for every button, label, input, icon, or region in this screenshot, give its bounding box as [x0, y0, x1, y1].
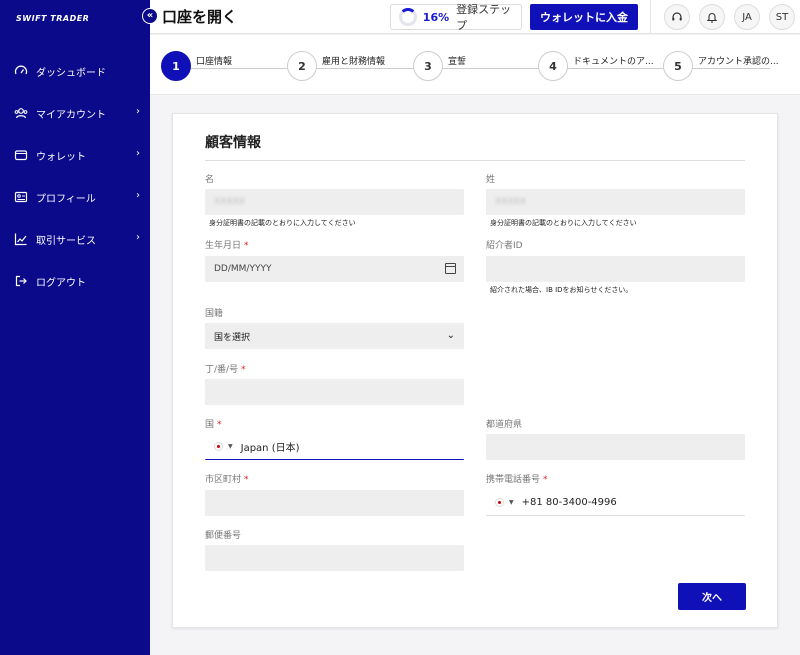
- first-name-label: 名: [205, 175, 215, 185]
- step-employment-financial[interactable]: 2 雇用と財務情報: [287, 51, 385, 81]
- country-label: 国 *: [205, 420, 222, 430]
- address-label: 丁/番/号 *: [205, 365, 246, 375]
- collapse-sidebar-button[interactable]: «: [142, 8, 158, 24]
- chevron-right-icon: ›: [136, 232, 140, 243]
- city-label: 市区町村 *: [205, 475, 249, 485]
- sidebar-item-label: ウォレット: [36, 151, 86, 163]
- sidebar-item-label: ログアウト: [36, 277, 86, 289]
- first-name-field[interactable]: XXXXX: [205, 189, 464, 215]
- postal-code-label: 郵便番号: [205, 531, 242, 541]
- section-title: 顧客情報: [205, 135, 261, 151]
- chart-line-icon: [14, 233, 27, 246]
- prefecture-label: 都道府県: [486, 420, 523, 430]
- step-label: 宣誓: [448, 57, 467, 67]
- sidebar: SWIFT TRADER ダッシュボード マイアカウント › ウォレット › プ…: [0, 0, 150, 655]
- sidebar-item-my-account[interactable]: マイアカウント ›: [0, 101, 150, 125]
- users-icon: [14, 108, 28, 119]
- sidebar-item-logout[interactable]: ログアウト: [0, 269, 150, 293]
- sidebar-item-label: 取引サービス: [36, 235, 96, 247]
- step-document-upload[interactable]: 4 ドキュメントのア...: [538, 51, 654, 81]
- bell-icon: [706, 13, 718, 23]
- sidebar-item-dashboard[interactable]: ダッシュボード: [0, 59, 150, 83]
- sidebar-item-profile[interactable]: プロフィール ›: [0, 185, 150, 209]
- language-button[interactable]: JA: [734, 4, 760, 30]
- next-button[interactable]: 次へ: [678, 583, 746, 610]
- deposit-wallet-button[interactable]: ウォレットに入金: [530, 4, 638, 30]
- phone-value: +81 80-3400-4996: [521, 497, 617, 508]
- section-divider: [205, 160, 745, 161]
- step-number: 3: [413, 51, 443, 81]
- caret-down-icon[interactable]: ▼: [228, 443, 233, 450]
- chevron-down-icon: ⌄: [446, 330, 455, 341]
- page-title: 口座を開く: [162, 8, 238, 26]
- sidebar-item-label: マイアカウント: [36, 109, 106, 121]
- support-button[interactable]: [664, 4, 690, 30]
- customer-info-card: 顧客情報 名 XXXXX 身分証明書の記載のとおりに入力してください 姓 XXX…: [172, 113, 778, 628]
- city-field[interactable]: [205, 490, 464, 516]
- sidebar-item-trading-services[interactable]: 取引サービス ›: [0, 227, 150, 251]
- last-name-hint: 身分証明書の記載のとおりに入力してください: [490, 219, 637, 227]
- chevron-right-icon: ›: [136, 106, 140, 117]
- progress-label: 登録ステップ: [456, 3, 512, 32]
- headset-icon: [672, 12, 682, 21]
- registration-progress: 16% 登録ステップ: [390, 3, 522, 32]
- country-field[interactable]: ▼ Japan (日本): [205, 434, 464, 460]
- first-name-hint: 身分証明書の記載のとおりに入力してください: [209, 219, 356, 227]
- japan-flag-icon: [495, 498, 504, 507]
- user-avatar-button[interactable]: ST: [769, 4, 795, 30]
- postal-code-field[interactable]: [205, 545, 464, 571]
- id-card-icon: [14, 191, 28, 203]
- sidebar-item-wallet[interactable]: ウォレット ›: [0, 143, 150, 167]
- nationality-select[interactable]: 国を選択 ⌄: [205, 323, 464, 349]
- step-number: 4: [538, 51, 568, 81]
- brand-logo: SWIFT TRADER: [16, 14, 90, 23]
- first-name-value: XXXXX: [214, 197, 245, 207]
- last-name-label: 姓: [486, 175, 496, 185]
- last-name-value: XXXXX: [495, 197, 526, 207]
- step-label: アカウント承認の...: [698, 57, 779, 67]
- address-field[interactable]: [205, 379, 464, 405]
- referrer-id-field[interactable]: [486, 256, 745, 282]
- referrer-id-label: 紹介者ID: [486, 241, 523, 251]
- referrer-id-hint: 紹介された場合、IB IDをお知らせください。: [490, 286, 633, 294]
- header-divider: [650, 0, 651, 34]
- notifications-button[interactable]: [699, 4, 725, 30]
- nationality-label: 国籍: [205, 309, 224, 319]
- chevron-right-icon: ›: [136, 190, 140, 201]
- step-number: 1: [161, 51, 191, 81]
- top-header: 口座を開く 16% 登録ステップ ウォレットに入金 JA ST: [150, 0, 800, 34]
- progress-ring-icon: [399, 8, 417, 26]
- last-name-field[interactable]: XXXXX: [486, 189, 745, 215]
- phone-label: 携帯電話番号 *: [486, 475, 548, 485]
- step-label: 雇用と財務情報: [322, 57, 386, 67]
- sidebar-item-label: ダッシュボード: [36, 67, 106, 79]
- logout-icon: [15, 275, 27, 287]
- calendar-icon[interactable]: [445, 263, 456, 274]
- sidebar-item-label: プロフィール: [36, 193, 96, 205]
- registration-stepper: 1 口座情報 2 雇用と財務情報 3 宣誓 4 ドキュメントのア... 5 アカ…: [150, 35, 800, 95]
- progress-percent: 16%: [422, 10, 450, 24]
- nationality-selected-value: 国を選択: [214, 332, 251, 343]
- dob-placeholder: DD/MM/YYYY: [214, 264, 272, 274]
- japan-flag-icon: [214, 442, 223, 451]
- step-account-approval[interactable]: 5 アカウント承認の...: [663, 51, 779, 81]
- wallet-icon: [14, 150, 28, 161]
- chevron-right-icon: ›: [136, 148, 140, 159]
- dob-field[interactable]: DD/MM/YYYY: [205, 256, 464, 282]
- step-account-info[interactable]: 1 口座情報: [161, 51, 232, 81]
- step-number: 2: [287, 51, 317, 81]
- step-label: ドキュメントのア...: [573, 57, 654, 67]
- dob-label: 生年月日 *: [205, 241, 249, 251]
- country-value: Japan (日本): [240, 443, 300, 454]
- step-declaration[interactable]: 3 宣誓: [413, 51, 466, 81]
- dashboard-icon: [14, 65, 28, 75]
- phone-field[interactable]: ▼ +81 80-3400-4996: [486, 490, 745, 516]
- step-label: 口座情報: [196, 57, 233, 67]
- prefecture-field[interactable]: [486, 434, 745, 460]
- step-number: 5: [663, 51, 693, 81]
- caret-down-icon[interactable]: ▼: [509, 499, 514, 506]
